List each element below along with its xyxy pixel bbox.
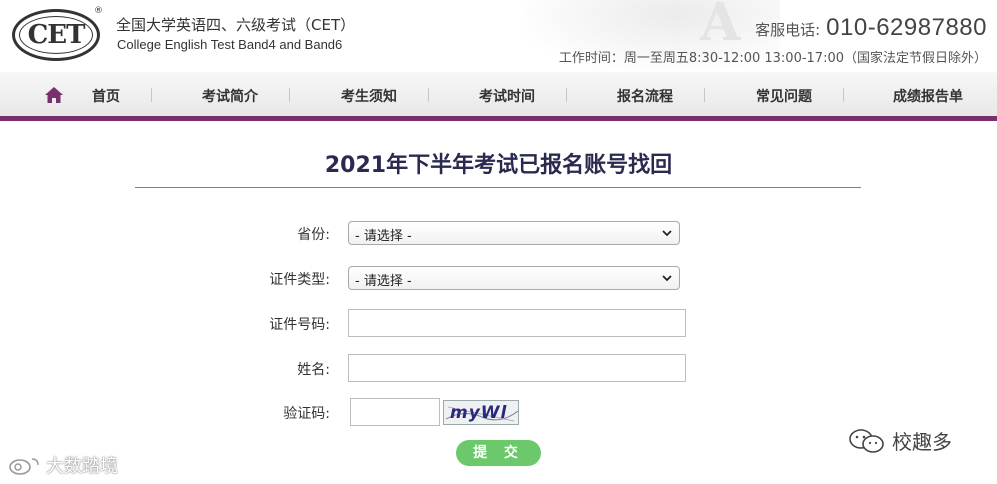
- header-decoration-letter: A: [700, 0, 741, 53]
- site-header: A CET ® 全国大学英语四、六级考试（CET） College Englis…: [0, 0, 997, 72]
- province-select-value: - 请选择 -: [355, 229, 412, 244]
- nav-separator: [428, 88, 429, 102]
- wechat-icon: [849, 428, 884, 453]
- site-name-english: College English Test Band4 and Band6: [117, 37, 343, 52]
- page-title: 2021年下半年考试已报名账号找回: [324, 153, 673, 178]
- hotline-number: 010-62987880: [826, 14, 987, 41]
- title-divider: [135, 187, 861, 188]
- nav-item-candidate-notice[interactable]: 考生须知: [341, 86, 397, 106]
- home-icon[interactable]: [44, 86, 64, 104]
- watermark-left: 大数踏境: [8, 452, 118, 478]
- chevron-down-icon: [662, 275, 672, 282]
- logo-text: CET: [27, 20, 86, 50]
- watermark-right-text: 校趣多: [892, 430, 952, 454]
- site-name-chinese: 全国大学英语四、六级考试（CET）: [116, 16, 356, 34]
- watermark-right: 校趣多: [848, 426, 952, 455]
- id-type-label: 证件类型:: [269, 272, 330, 288]
- registered-mark: ®: [94, 6, 103, 16]
- submit-button[interactable]: 提 交: [456, 440, 541, 466]
- nav-item-registration-process[interactable]: 报名流程: [617, 86, 673, 106]
- cet-logo[interactable]: CET: [12, 9, 100, 61]
- hotline-label: 客服电话:: [755, 21, 821, 39]
- chevron-down-icon: [662, 230, 672, 237]
- nav-item-exam-schedule[interactable]: 考试时间: [479, 86, 535, 106]
- nav-separator: [289, 88, 290, 102]
- captcha-input[interactable]: [350, 398, 440, 426]
- id-type-select-value: - 请选择 -: [355, 274, 412, 289]
- nav-item-introduction[interactable]: 考试简介: [202, 86, 258, 106]
- nav-separator: [566, 88, 567, 102]
- nav-separator: [843, 88, 844, 102]
- province-label: 省份:: [297, 227, 330, 243]
- id-number-label: 证件号码:: [269, 317, 330, 333]
- province-select[interactable]: - 请选择 -: [348, 221, 680, 245]
- name-input[interactable]: [348, 354, 686, 382]
- nav-separator: [704, 88, 705, 102]
- nav-item-faq[interactable]: 常见问题: [756, 86, 812, 106]
- nav-separator: [151, 88, 152, 102]
- captcha-text: myWl: [450, 403, 508, 423]
- weibo-icon: [9, 458, 39, 475]
- hotline: 客服电话: 010-62987880: [755, 14, 987, 42]
- captcha-image[interactable]: myWl: [443, 400, 519, 425]
- service-hours: 工作时间：周一至周五8:30-12:00 13:00-17:00（国家法定节假日…: [558, 51, 987, 66]
- nav-accent-bar: [0, 116, 997, 121]
- name-label: 姓名:: [297, 362, 330, 378]
- id-type-select[interactable]: - 请选择 -: [348, 266, 680, 290]
- nav-item-home[interactable]: 首页: [92, 86, 120, 106]
- id-number-input[interactable]: [348, 309, 686, 337]
- captcha-label: 验证码:: [283, 406, 330, 422]
- nav-item-score-report[interactable]: 成绩报告单: [893, 86, 963, 106]
- watermark-left-text: 大数踏境: [46, 456, 118, 477]
